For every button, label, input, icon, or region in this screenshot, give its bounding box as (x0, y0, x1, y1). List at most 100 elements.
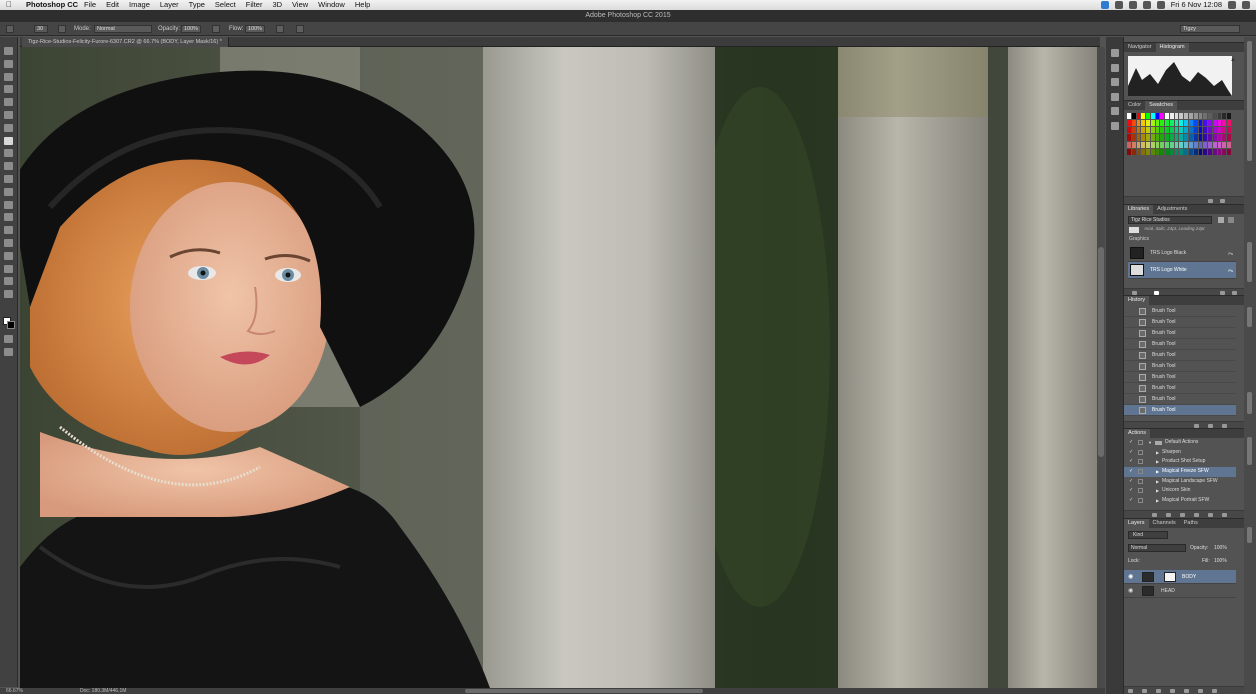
swatch[interactable] (1179, 113, 1184, 120)
record-icon[interactable] (1166, 513, 1171, 517)
swatch[interactable] (1189, 148, 1193, 155)
blur-tool-icon[interactable] (4, 200, 13, 209)
swatch[interactable] (1184, 141, 1189, 148)
swatch[interactable] (1193, 148, 1198, 155)
crop-tool-icon[interactable] (4, 98, 13, 107)
history-state[interactable]: Brush Tool (1124, 394, 1236, 405)
dialog-toggle-icon[interactable] (1138, 440, 1143, 445)
spotlight-icon[interactable] (1228, 1, 1236, 9)
tab-history[interactable]: History (1124, 296, 1150, 305)
layer-thumbnail[interactable] (1142, 586, 1154, 596)
swatch[interactable] (1169, 141, 1174, 148)
action-toggle-icon[interactable]: ✓ (1129, 496, 1133, 506)
menu-layer[interactable]: Layer (160, 0, 179, 10)
hand-tool-icon[interactable] (4, 277, 13, 286)
swatch[interactable] (1127, 141, 1131, 148)
swatch[interactable] (1150, 127, 1155, 134)
dialog-toggle-icon[interactable] (1138, 488, 1143, 494)
gradient-tool-icon[interactable] (4, 187, 13, 196)
swatch[interactable] (1165, 127, 1169, 134)
action-item[interactable]: ✓ ▶ Magical Freeze SFW (1124, 467, 1236, 477)
layer-kind-filter[interactable]: Kind (1128, 531, 1168, 539)
action-toggle-icon[interactable]: ✓ (1129, 448, 1133, 458)
tab-libraries[interactable]: Libraries (1124, 205, 1154, 214)
swatch[interactable] (1174, 134, 1179, 141)
add-mask-icon[interactable] (1156, 689, 1161, 693)
swatch[interactable] (1217, 120, 1222, 127)
swatch[interactable] (1141, 113, 1146, 120)
swatch[interactable] (1155, 134, 1160, 141)
action-toggle-icon[interactable]: ✓ (1129, 438, 1133, 448)
swatch[interactable] (1212, 148, 1217, 155)
info-panel-icon[interactable] (1111, 92, 1119, 101)
stop-icon[interactable] (1152, 513, 1157, 517)
document-tab[interactable]: Tigz-Rice-Studios-Felicity-Furore-6307.C… (22, 37, 229, 47)
zoom-level[interactable]: 66.67% (6, 688, 23, 694)
swatch[interactable] (1184, 120, 1189, 127)
swatch[interactable] (1208, 120, 1212, 127)
brush-preset-panel-icon[interactable] (1111, 78, 1119, 86)
swatch[interactable] (1174, 127, 1179, 134)
lasso-tool-icon[interactable] (4, 72, 13, 81)
swatch[interactable] (1222, 113, 1227, 120)
history-state[interactable]: Brush Tool (1124, 383, 1236, 394)
swatch[interactable] (1179, 148, 1184, 155)
styles-panel-icon[interactable] (1111, 121, 1119, 130)
layer-style-icon[interactable] (1142, 689, 1147, 693)
swatch[interactable] (1227, 134, 1231, 141)
swatch[interactable] (1198, 148, 1203, 155)
twitter-icon[interactable] (1100, 1, 1109, 9)
swatch[interactable] (1127, 134, 1131, 141)
panel-scroll-thumb[interactable] (1247, 307, 1252, 327)
swatch[interactable] (1222, 148, 1227, 155)
tab-swatches[interactable]: Swatches (1145, 101, 1178, 110)
swatch[interactable] (1169, 127, 1174, 134)
opacity-field[interactable]: 100% (181, 25, 201, 33)
swatch[interactable] (1203, 113, 1208, 120)
action-toggle-icon[interactable]: ✓ (1129, 467, 1133, 477)
tab-adjustments[interactable]: Adjustments (1153, 205, 1191, 214)
histogram-warning-icon[interactable]: ▲ (1230, 57, 1236, 63)
swatch[interactable] (1208, 127, 1212, 134)
tab-histogram[interactable]: Histogram (1155, 43, 1189, 52)
blend-mode-dropdown[interactable]: Normal (1128, 544, 1186, 552)
layer-thumbnail[interactable] (1142, 572, 1154, 582)
swatch[interactable] (1203, 141, 1208, 148)
menu-window[interactable]: Window (318, 0, 345, 10)
character-panel-icon[interactable] (1111, 49, 1119, 57)
brush-tool-icon[interactable] (4, 136, 13, 145)
zoom-tool-icon[interactable] (4, 290, 13, 299)
expand-right-icon[interactable]: ▶ (1156, 448, 1159, 458)
swatch[interactable] (1198, 127, 1203, 134)
delete-layer-icon[interactable] (1212, 689, 1217, 693)
swatch[interactable] (1184, 134, 1189, 141)
clone-stamp-tool-icon[interactable] (4, 149, 13, 158)
swatch[interactable] (1146, 127, 1150, 134)
swatch[interactable] (1146, 141, 1150, 148)
flow-field[interactable]: 100% (245, 25, 265, 33)
history-state[interactable]: Brush Tool (1124, 317, 1236, 328)
tab-navigator[interactable]: Navigator (1124, 43, 1156, 52)
panel-scroll-thumb[interactable] (1247, 41, 1252, 161)
swatch[interactable] (1217, 113, 1222, 120)
swatch[interactable] (1136, 134, 1141, 141)
swatch[interactable] (1127, 120, 1131, 127)
menu-view[interactable]: View (292, 0, 308, 10)
menu-image[interactable]: Image (129, 0, 150, 10)
history-state[interactable]: Brush Tool (1124, 350, 1236, 361)
swatch[interactable] (1203, 134, 1208, 141)
delete-swatch-icon[interactable] (1220, 199, 1225, 203)
swatch[interactable] (1203, 127, 1208, 134)
panel-scroll-thumb[interactable] (1247, 437, 1252, 465)
play-icon[interactable] (1180, 513, 1185, 517)
apple-icon[interactable]:  (6, 0, 15, 10)
visibility-eye-icon[interactable]: ◉ (1128, 584, 1133, 598)
swatch[interactable] (1146, 113, 1150, 120)
swatch[interactable] (1131, 120, 1136, 127)
path-select-tool-icon[interactable] (4, 251, 13, 260)
creative-cloud-icon[interactable] (1128, 1, 1137, 9)
grid-view-icon[interactable] (1218, 217, 1224, 223)
background-color-icon[interactable] (7, 321, 15, 329)
swatch[interactable] (1165, 134, 1169, 141)
shape-tool-icon[interactable] (4, 264, 13, 273)
